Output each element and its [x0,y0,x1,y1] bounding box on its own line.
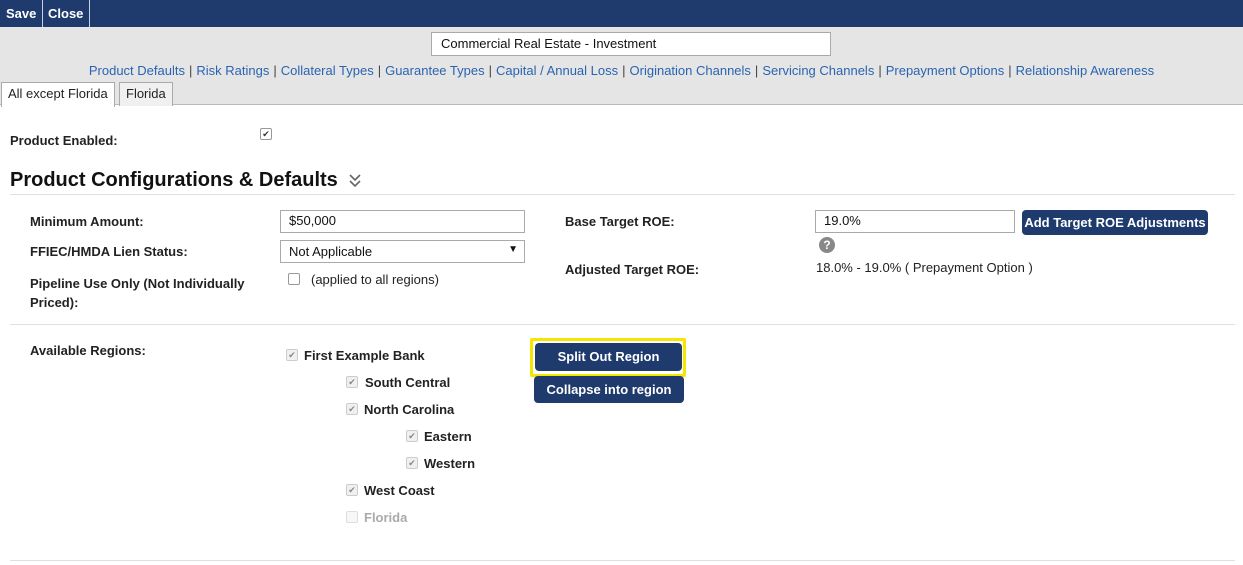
nav-link-origination-channels[interactable]: Origination Channels [630,63,751,78]
product-nav-links: Product Defaults | Risk Ratings | Collateral… [88,63,1155,78]
lien-status-label: FFIEC/HMDA Lien Status: [30,244,188,259]
help-icon[interactable]: ? [819,237,835,253]
section-title: Product Configurations & Defaults [10,169,338,191]
pipeline-use-label: Pipeline Use Only (Not Individually Pric… [30,276,245,310]
tab-florida[interactable]: Florida [119,82,173,106]
product-enabled-checkbox[interactable] [260,128,272,140]
nav-link-collateral-types[interactable]: Collateral Types [281,63,374,78]
region-label-western: Western [424,456,476,471]
region-checkbox-eastern[interactable] [406,430,418,442]
caret-down-icon: ▼ [508,244,518,255]
region-checkbox-west-coast[interactable] [346,484,358,496]
region-checkbox-south-central[interactable] [346,376,358,388]
nav-link-servicing-channels[interactable]: Servicing Channels [762,63,874,78]
top-toolbar: Save Close [0,0,1243,27]
region-label-first-example-bank: First Example Bank [304,348,425,363]
region-checkbox-western[interactable] [406,457,418,469]
region-label-florida: Florida [364,510,408,525]
save-button[interactable]: Save [0,0,44,27]
adjusted-roe-value: 18.0% - 19.0% ( Prepayment Option ) [816,260,1033,275]
region-checkbox-north-carolina[interactable] [346,403,358,415]
section-divider [10,194,1235,195]
nav-link-product-defaults[interactable]: Product Defaults [89,63,185,78]
split-out-region-button[interactable]: Split Out Region [535,343,682,371]
nav-link-guarantee-types[interactable]: Guarantee Types [385,63,485,78]
base-roe-label: Base Target ROE: [565,214,675,229]
region-label-west-coast: West Coast [364,483,435,498]
collapse-into-region-button[interactable]: Collapse into region [534,376,684,403]
pipeline-note: (applied to all regions) [311,272,439,287]
minimum-amount-input[interactable]: $50,000 [280,210,525,233]
double-chevron-down-icon[interactable] [348,172,362,188]
nav-link-risk-ratings[interactable]: Risk Ratings [196,63,269,78]
nav-link-prepayment-options[interactable]: Prepayment Options [886,63,1005,78]
fields-divider [10,324,1235,325]
region-checkbox-florida [346,511,358,523]
close-button[interactable]: Close [42,0,91,27]
tab-all-except-florida[interactable]: All except Florida [1,82,115,107]
region-label-north-carolina: North Carolina [364,402,455,417]
bottom-divider [10,560,1235,561]
nav-link-relationship-awareness[interactable]: Relationship Awareness [1016,63,1155,78]
adjusted-roe-label: Adjusted Target ROE: [565,262,700,277]
available-regions-label: Available Regions: [30,343,146,358]
region-checkbox-first-example-bank[interactable] [286,349,298,361]
product-enabled-label: Product Enabled: [10,133,118,148]
nav-link-capital-annual-loss[interactable]: Capital / Annual Loss [496,63,618,78]
base-roe-input[interactable]: 19.0% [815,210,1015,233]
lien-status-selected-value: Not Applicable [289,244,373,259]
region-label-south-central: South Central [365,375,451,390]
region-label-eastern: Eastern [424,429,472,444]
lien-status-select[interactable]: Not Applicable ▼ [280,240,525,263]
add-target-roe-adjustments-button[interactable]: Add Target ROE Adjustments [1022,210,1208,235]
product-name-field[interactable]: Commercial Real Estate - Investment [431,32,831,56]
minimum-amount-label: Minimum Amount: [30,214,144,229]
pipeline-use-checkbox[interactable] [288,273,300,285]
